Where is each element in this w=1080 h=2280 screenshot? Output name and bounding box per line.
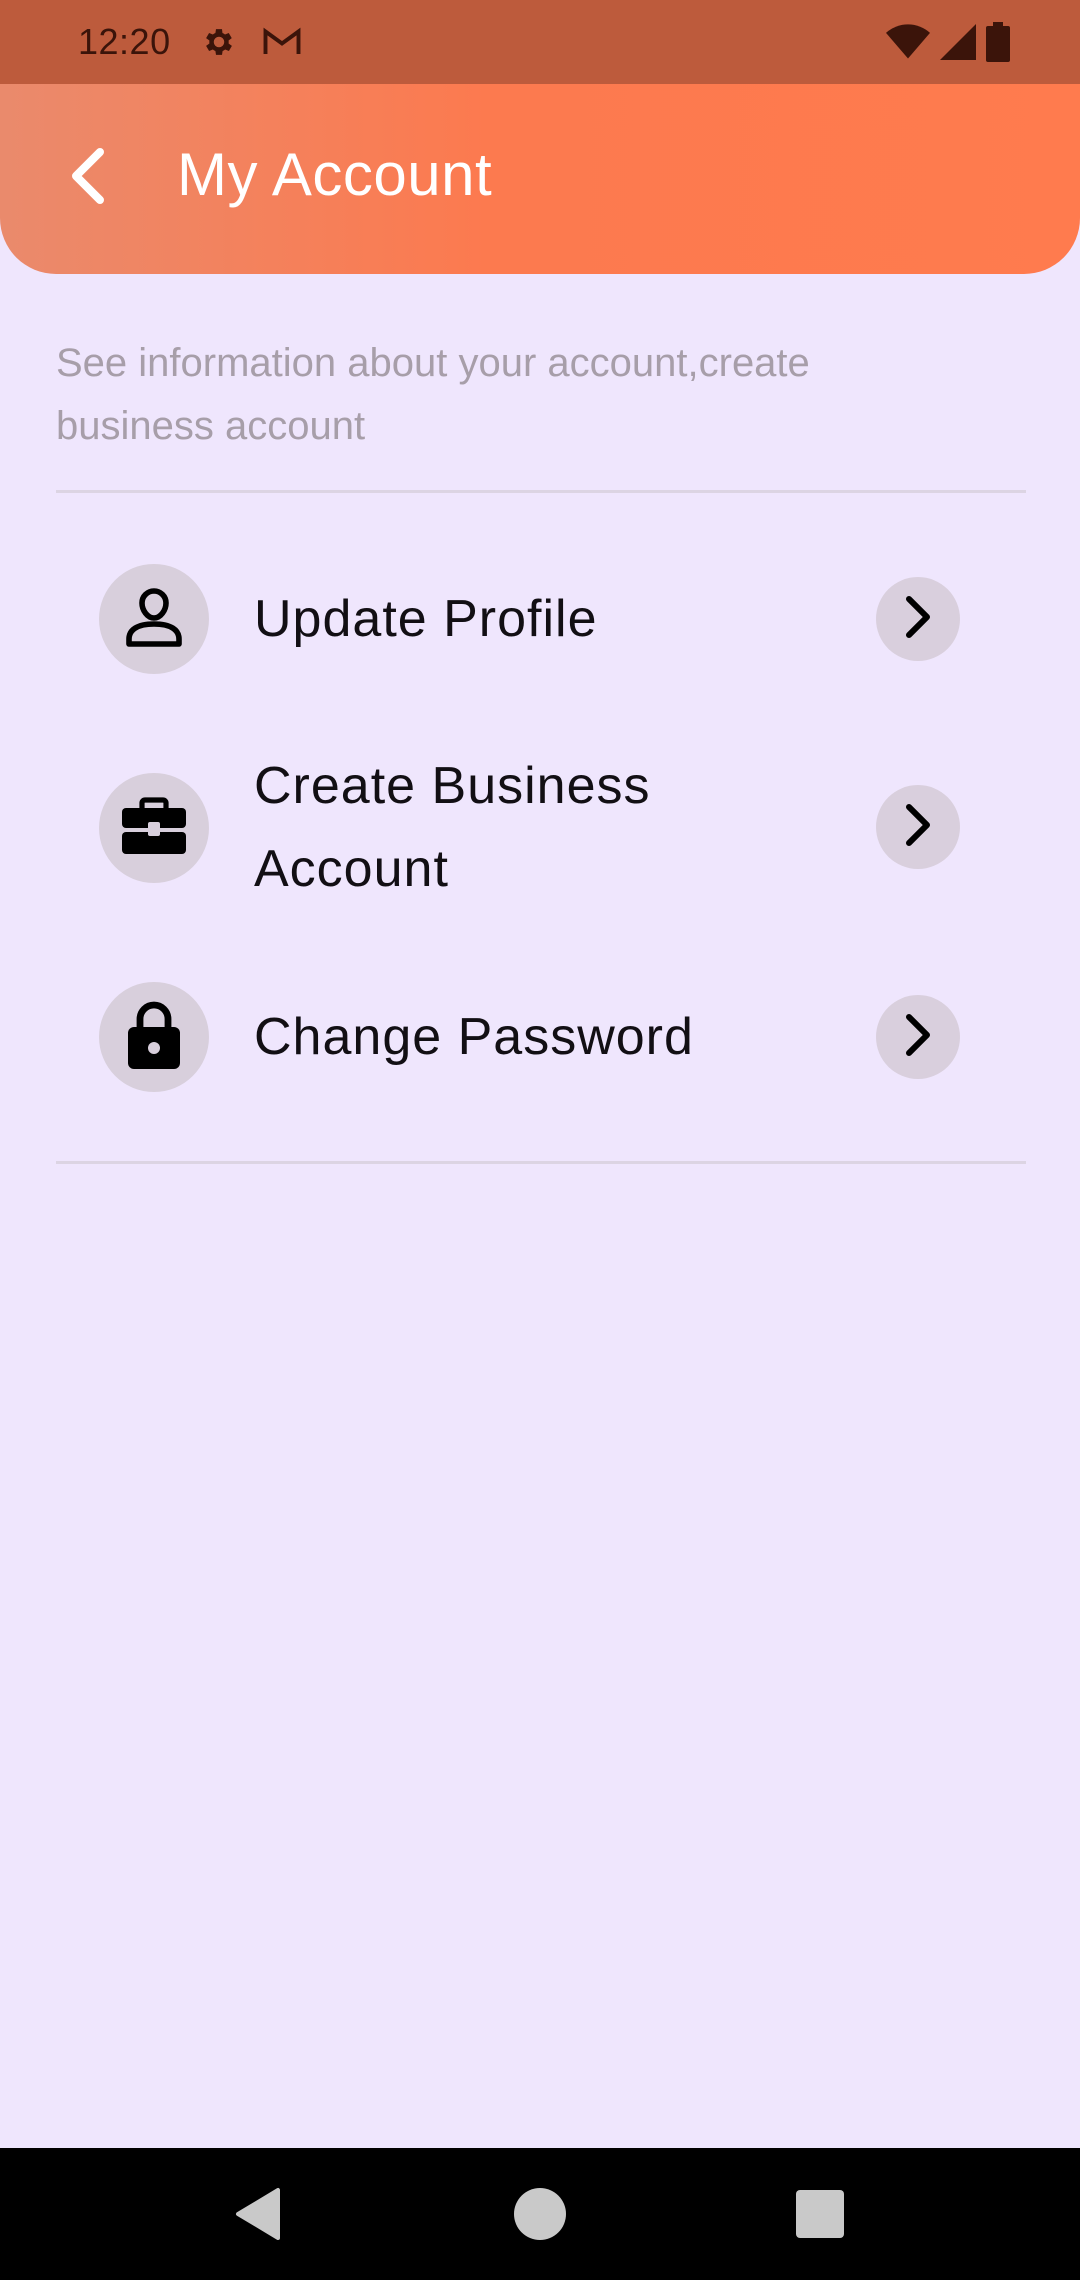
divider-top xyxy=(56,490,1026,493)
wifi-icon xyxy=(886,22,930,67)
menu-item-update-profile[interactable]: Update Profile xyxy=(56,560,1026,680)
chevron-button-update-profile[interactable] xyxy=(876,577,960,661)
nav-back-button[interactable] xyxy=(230,2184,290,2244)
lock-icon xyxy=(126,999,182,1076)
chevron-left-icon xyxy=(68,146,108,211)
battery-icon xyxy=(986,22,1010,67)
back-button[interactable] xyxy=(58,138,118,218)
chevron-right-icon xyxy=(903,1013,933,1062)
back-triangle-icon xyxy=(230,2188,290,2248)
recents-square-icon xyxy=(790,2190,850,2248)
user-icon xyxy=(125,586,183,653)
home-circle-icon xyxy=(510,2188,570,2248)
status-bar: 12:20 xyxy=(0,0,1080,84)
nav-recents-button[interactable] xyxy=(790,2184,850,2244)
status-time: 12:20 xyxy=(78,21,171,62)
chevron-button-change-password[interactable] xyxy=(876,995,960,1079)
briefcase-icon-circle xyxy=(99,773,209,883)
user-icon-circle xyxy=(99,564,209,674)
app-header: My Account xyxy=(0,80,1080,274)
chevron-right-icon xyxy=(903,803,933,852)
menu-label-update-profile: Update Profile xyxy=(254,590,598,648)
menu-label-change-password: Change Password xyxy=(254,1008,694,1066)
briefcase-icon xyxy=(120,796,188,861)
gear-icon xyxy=(201,24,237,60)
menu-label-create-business-account: Create Business Account xyxy=(254,757,651,898)
menu-item-change-password[interactable]: Change Password xyxy=(56,980,1026,1100)
chevron-button-create-business-account[interactable] xyxy=(876,785,960,869)
account-description: See information about your account,creat… xyxy=(56,341,810,448)
system-nav-bar xyxy=(0,2148,1080,2280)
lock-icon-circle xyxy=(99,982,209,1092)
status-right-icons xyxy=(886,22,1010,67)
screen: 12:20 My Account See information about y… xyxy=(0,0,1080,2280)
cell-signal-icon xyxy=(940,24,976,65)
gmail-icon xyxy=(261,26,303,58)
nav-home-button[interactable] xyxy=(510,2184,570,2244)
page-title: My Account xyxy=(177,141,493,208)
chevron-right-icon xyxy=(903,595,933,644)
divider-bottom xyxy=(56,1161,1026,1164)
menu-item-create-business-account[interactable]: Create Business Account xyxy=(56,745,1026,911)
